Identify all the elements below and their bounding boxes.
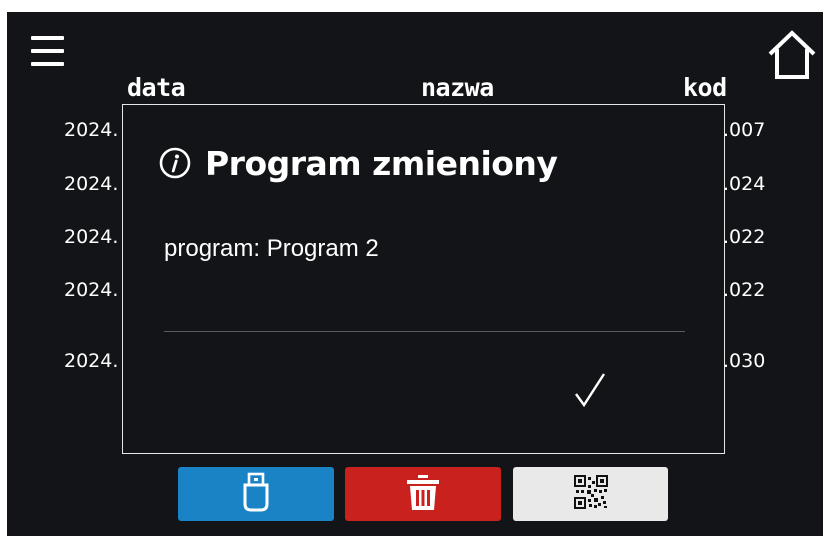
device-screen: data nazwa kod 2024. .007 2024. .024 202… — [7, 12, 823, 536]
table-row-code[interactable]: .030 — [723, 350, 765, 372]
program-changed-dialog: Program zmieniony program: Program 2 — [122, 104, 725, 454]
qr-code-button[interactable] — [513, 467, 668, 521]
column-header-date[interactable]: data — [127, 73, 186, 102]
column-header-code[interactable]: kod — [683, 73, 727, 102]
table-row-code[interactable]: .007 — [723, 119, 765, 141]
info-icon — [159, 147, 191, 179]
table-row-code[interactable]: .024 — [723, 173, 765, 195]
trash-icon — [405, 472, 441, 516]
checkmark-icon — [573, 371, 607, 413]
confirm-button[interactable] — [565, 367, 615, 417]
qr-code-icon — [573, 475, 608, 513]
table-row-date[interactable]: 2024. — [64, 119, 118, 141]
dialog-divider — [164, 331, 685, 332]
table-row-date[interactable]: 2024. — [64, 350, 118, 372]
usb-icon — [240, 472, 272, 516]
table-row-date[interactable]: 2024. — [64, 279, 118, 301]
table-row-date[interactable]: 2024. — [64, 226, 118, 248]
table-row-date[interactable]: 2024. — [64, 173, 118, 195]
dialog-header: Program zmieniony — [159, 141, 558, 185]
hamburger-menu-icon[interactable] — [31, 34, 65, 70]
home-icon[interactable] — [766, 28, 818, 82]
dialog-title: Program zmieniony — [205, 143, 558, 183]
table-row-code[interactable]: .022 — [723, 279, 765, 301]
table-row-code[interactable]: .022 — [723, 226, 765, 248]
dialog-message: program: Program 2 — [164, 235, 379, 262]
usb-export-button[interactable] — [178, 467, 334, 521]
column-header-name[interactable]: nazwa — [421, 73, 494, 102]
delete-button[interactable] — [345, 467, 501, 521]
